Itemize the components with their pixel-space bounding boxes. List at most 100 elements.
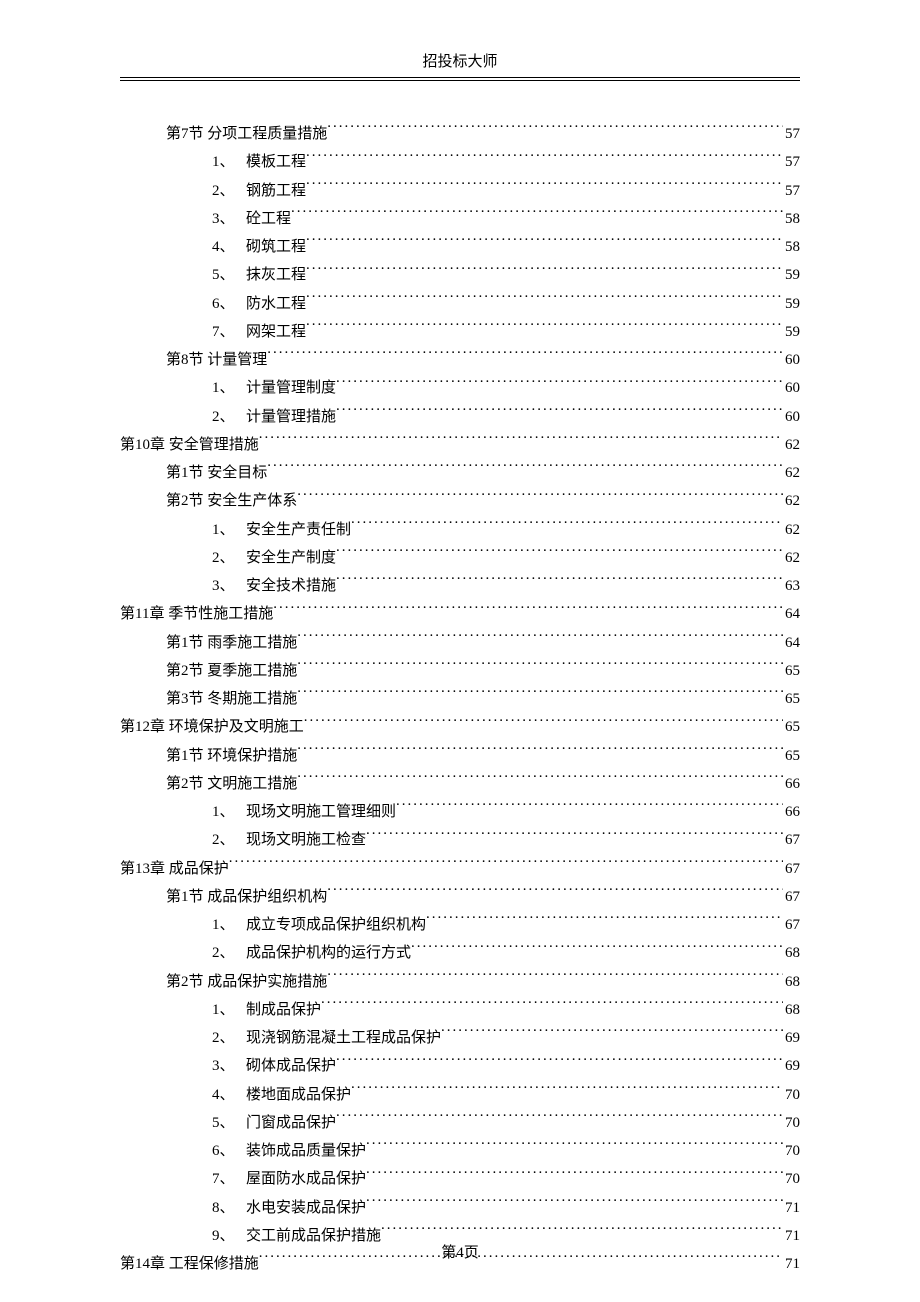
toc-leader-dots [297, 745, 783, 760]
toc-leader-dots [306, 321, 783, 336]
toc-entry-page: 66 [783, 771, 800, 799]
toc-entry-page: 62 [783, 488, 800, 516]
toc-entry-text: 第2节 夏季施工措施 [166, 663, 297, 679]
toc-entry: 第2节 安全生产体系 62 [120, 488, 800, 516]
toc-entry-page: 59 [783, 319, 800, 347]
toc-entry-label: 第2节 夏季施工措施 [166, 658, 297, 686]
toc-entry-text: 第3节 冬期施工措施 [166, 691, 297, 707]
toc-entry-label: 1、计量管理制度 [212, 375, 336, 403]
toc-entry-text: 第2节 安全生产体系 [166, 493, 297, 509]
toc-entry-page: 60 [783, 375, 800, 403]
toc-entry-text: 第1节 环境保护措施 [166, 748, 297, 764]
toc-entry: 1、制成品保护 68 [120, 997, 800, 1025]
toc-entry-page: 71 [783, 1195, 800, 1223]
toc-leader-dots [321, 999, 783, 1014]
toc-entry: 第1节 成品保护组织机构 67 [120, 884, 800, 912]
toc-entry-label: 第11章 季节性施工措施 [120, 601, 273, 629]
toc-entry-label: 3、砼工程 [212, 206, 291, 234]
toc-entry: 第8节 计量管理 60 [120, 347, 800, 375]
footer-page-number: 第4页 [441, 1245, 479, 1261]
toc-leader-dots [426, 914, 783, 929]
toc-entry-page: 67 [783, 856, 800, 884]
toc-entry-text: 第8节 计量管理 [166, 352, 267, 368]
toc-entry-marker: 2、 [212, 940, 246, 968]
toc-entry-text: 第10章 安全管理措施 [120, 437, 259, 453]
toc-entry-page: 68 [783, 969, 800, 997]
toc-entry-label: 第10章 安全管理措施 [120, 432, 259, 460]
toc-entry-page: 69 [783, 1025, 800, 1053]
toc-leader-dots [396, 801, 783, 816]
header-title: 招投标大师 [422, 54, 497, 70]
toc-entry-text: 安全生产制度 [246, 550, 336, 566]
toc-leader-dots [297, 660, 783, 675]
toc-entry-label: 7、屋面防水成品保护 [212, 1166, 366, 1194]
toc-leader-dots [411, 942, 783, 957]
toc-entry: 2、现浇钢筋混凝土工程成品保护 69 [120, 1025, 800, 1053]
toc-entry-text: 第2节 成品保护实施措施 [166, 974, 327, 990]
toc-entry: 7、网架工程 59 [120, 319, 800, 347]
toc-leader-dots [306, 180, 783, 195]
toc-leader-dots [441, 1027, 783, 1042]
toc-leader-dots [336, 377, 783, 392]
toc-entry-marker: 2、 [212, 404, 246, 432]
toc-entry-page: 62 [783, 545, 800, 573]
toc-entry-marker: 6、 [212, 1138, 246, 1166]
toc-entry-marker: 6、 [212, 291, 246, 319]
toc-entry-text: 第13章 成品保护 [120, 861, 229, 877]
toc-leader-dots [327, 123, 783, 138]
toc-entry-label: 第13章 成品保护 [120, 856, 229, 884]
toc-entry-text: 安全技术措施 [246, 578, 336, 594]
toc-entry-page: 62 [783, 432, 800, 460]
toc-entry-page: 65 [783, 714, 800, 742]
toc-leader-dots [297, 688, 783, 703]
toc-entry: 1、模板工程 57 [120, 149, 800, 177]
toc-entry-page: 65 [783, 658, 800, 686]
toc-entry-marker: 5、 [212, 1110, 246, 1138]
toc-leader-dots [297, 490, 783, 505]
toc-leader-dots [306, 151, 783, 166]
toc-entry-text: 防水工程 [246, 296, 306, 312]
toc-entry-label: 3、砌体成品保护 [212, 1053, 336, 1081]
toc-entry-label: 4、楼地面成品保护 [212, 1082, 351, 1110]
toc-entry-text: 门窗成品保护 [246, 1115, 336, 1131]
toc-entry-label: 第3节 冬期施工措施 [166, 686, 297, 714]
toc-entry-text: 第2节 文明施工措施 [166, 776, 297, 792]
toc-entry: 第7节 分项工程质量措施 57 [120, 121, 800, 149]
toc-leader-dots [327, 886, 783, 901]
toc-entry-label: 第1节 雨季施工措施 [166, 630, 297, 658]
toc-entry: 第2节 夏季施工措施 65 [120, 658, 800, 686]
toc-entry: 3、砌体成品保护 69 [120, 1053, 800, 1081]
toc-leader-dots [366, 829, 783, 844]
toc-entry-text: 砼工程 [246, 211, 291, 227]
toc-leader-dots [351, 1084, 783, 1099]
toc-entry-text: 抹灰工程 [246, 267, 306, 283]
toc-entry-page: 65 [783, 686, 800, 714]
toc-entry-page: 57 [783, 149, 800, 177]
toc-entry-label: 2、安全生产制度 [212, 545, 336, 573]
toc-entry-label: 1、制成品保护 [212, 997, 321, 1025]
toc-entry-marker: 1、 [212, 799, 246, 827]
toc-leader-dots [304, 716, 783, 731]
toc-entry-text: 钢筋工程 [246, 183, 306, 199]
toc-entry-label: 第12章 环境保护及文明施工 [120, 714, 304, 742]
toc-leader-dots [327, 971, 783, 986]
toc-entry-marker: 2、 [212, 827, 246, 855]
toc-leader-dots [351, 519, 783, 534]
toc-leader-dots [336, 1112, 783, 1127]
header-underline [120, 80, 800, 81]
toc-entry: 第1节 环境保护措施 65 [120, 743, 800, 771]
toc-entry-label: 1、成立专项成品保护组织机构 [212, 912, 426, 940]
toc-entry-page: 70 [783, 1110, 800, 1138]
toc-leader-dots [336, 547, 783, 562]
toc-entry-page: 59 [783, 291, 800, 319]
toc-entry-text: 计量管理措施 [246, 409, 336, 425]
toc-leader-dots [297, 632, 783, 647]
toc-entry-page: 64 [783, 601, 800, 629]
toc-entry-text: 成品保护机构的运行方式 [246, 945, 411, 961]
toc-entry-label: 第8节 计量管理 [166, 347, 267, 375]
toc-entry-page: 68 [783, 940, 800, 968]
toc-entry-label: 6、防水工程 [212, 291, 306, 319]
toc-entry-marker: 3、 [212, 1053, 246, 1081]
toc-entry-marker: 1、 [212, 375, 246, 403]
toc-entry-text: 模板工程 [246, 154, 306, 170]
